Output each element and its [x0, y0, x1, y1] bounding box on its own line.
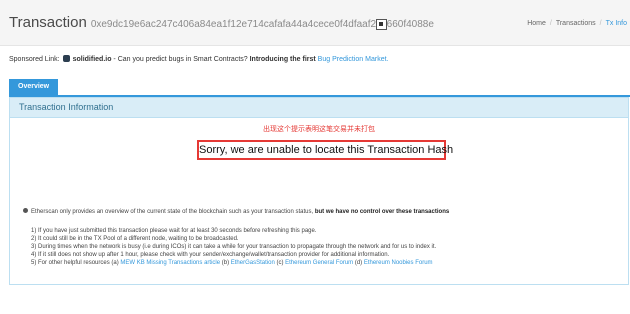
tab-bar: Overview: [9, 79, 630, 97]
sponsored-label: Sponsored Link:: [9, 56, 60, 63]
annotation-note: 出现这个提示表明这笔交易并未打包: [263, 126, 375, 133]
list-sep-d: (d): [353, 260, 364, 266]
tab-overview[interactable]: Overview: [9, 79, 59, 95]
solidified-logo-icon: [62, 55, 70, 62]
list-item-5-prefix: 5) For other helpful resources (a): [31, 260, 121, 266]
list-item: 3) During times when the network is busy…: [31, 244, 437, 250]
help-list: 1) If you have just submitted this trans…: [31, 227, 436, 267]
error-message: Sorry, we are unable to locate this Tran…: [197, 140, 453, 160]
breadcrumb-home[interactable]: Home: [527, 20, 546, 27]
sponsored-brand[interactable]: solidified.io: [73, 56, 112, 63]
panel-title: Transaction Information: [10, 98, 628, 118]
copy-icon[interactable]: [376, 19, 387, 30]
list-sep-c: (c): [274, 260, 286, 266]
list-item: 1) If you have just submitted this trans…: [31, 228, 317, 234]
ethereum-general-forum-link[interactable]: Ethereum General Forum: [285, 260, 353, 266]
breadcrumb: Home / Transactions / Tx Info: [527, 20, 627, 27]
info-strong: but we have no control over these transa…: [314, 209, 450, 215]
info-icon: [23, 208, 28, 213]
list-item: 5) For other helpful resources (a) MEW K…: [31, 259, 436, 267]
sponsored-link-bar: Sponsored Link: solidified.io - Can you p…: [9, 55, 388, 63]
info-text: Etherscan only provides an overview of t…: [31, 209, 315, 215]
sponsored-text: - Can you predict bugs in Smart Contract…: [111, 56, 250, 63]
sponsored-link[interactable]: Bug Prediction Market.: [318, 56, 389, 63]
list-item: 2) It could still be in the TX Pool of a…: [31, 236, 239, 242]
info-note: Etherscan only provides an overview of t…: [23, 208, 449, 215]
ethergasstation-link[interactable]: EtherGasStation: [231, 260, 275, 266]
breadcrumb-transactions[interactable]: Transactions: [556, 20, 596, 27]
ethereum-noobies-forum-link[interactable]: Ethereum Noobies Forum: [364, 260, 433, 266]
page-header: Transaction 0xe9dc19e6ac247c406a84ea1f12e…: [0, 0, 630, 46]
sponsored-strong: Introducing the first: [249, 56, 318, 63]
page-title-text: Transaction: [9, 14, 87, 31]
list-sep-b: (b): [220, 260, 231, 266]
page-title: Transaction 0xe9dc19e6ac247c406a84ea1f12e…: [9, 14, 434, 31]
list-item: 4) If it still does not show up after 1 …: [31, 252, 390, 258]
breadcrumb-tx-info: Tx Info: [605, 20, 627, 27]
mew-kb-link[interactable]: MEW KB Missing Transactions article: [120, 260, 220, 266]
